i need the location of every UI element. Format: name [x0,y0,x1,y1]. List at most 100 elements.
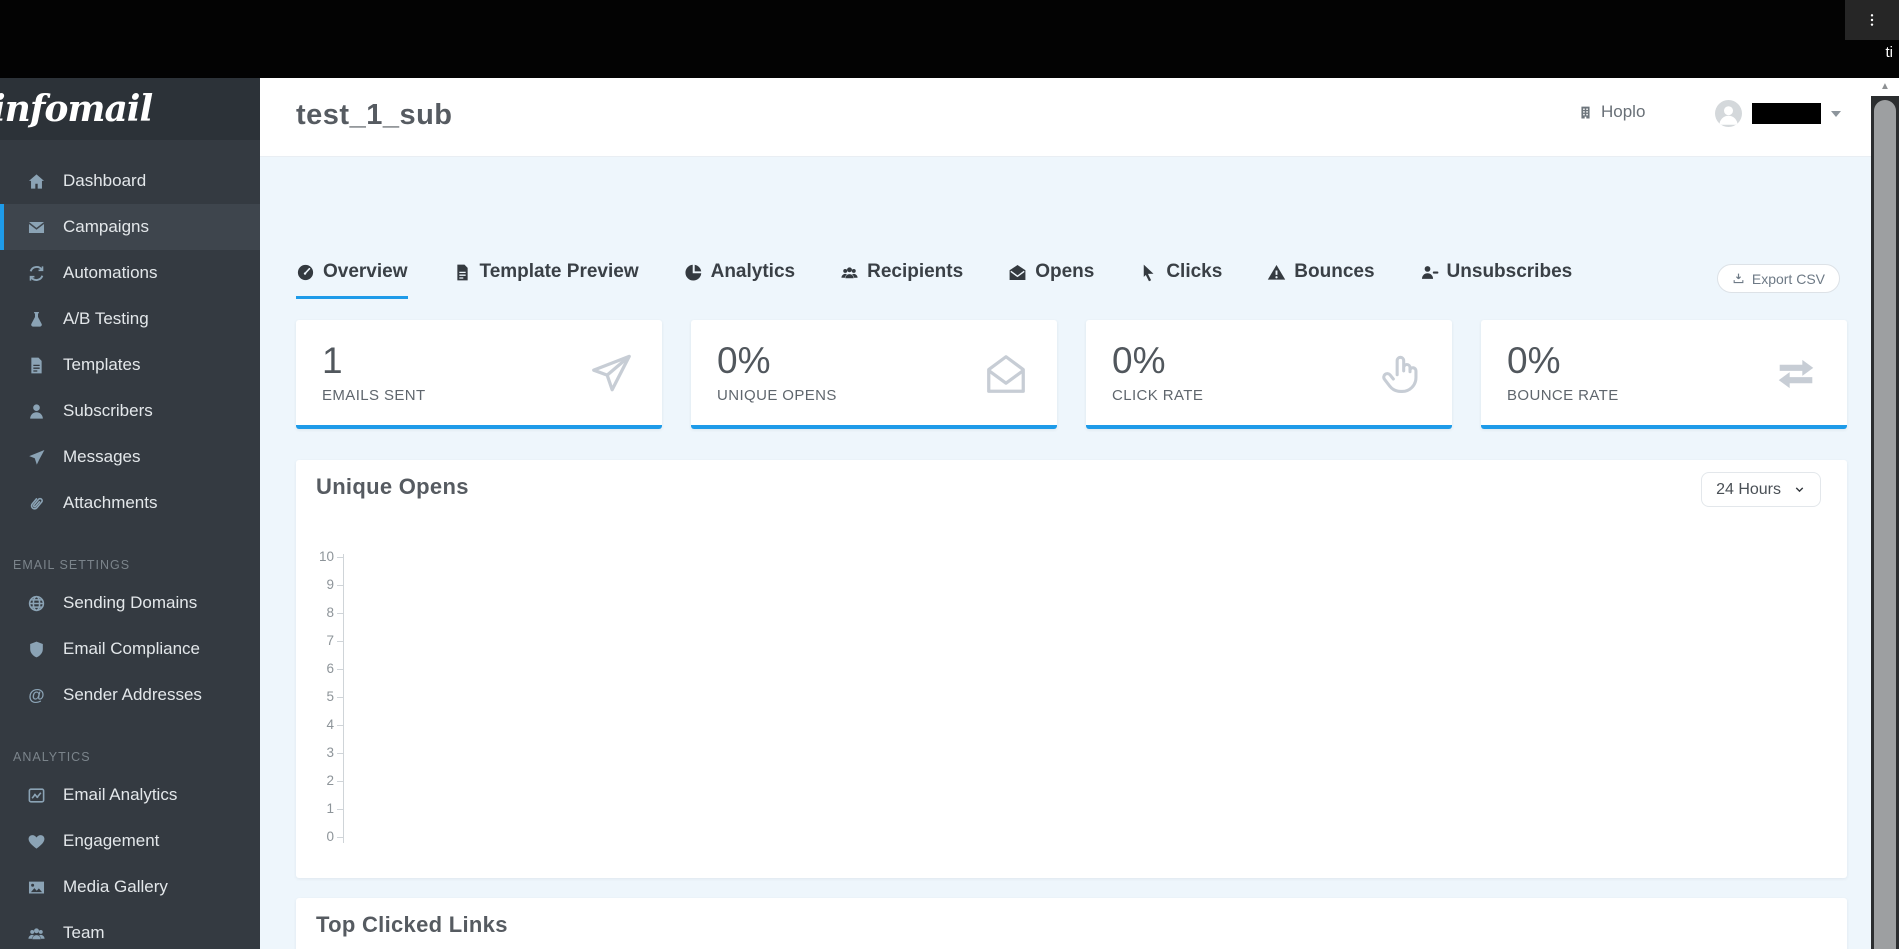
browser-top-bar: ti [0,0,1899,78]
scrollbar-up-arrow[interactable]: ▲ [1871,78,1899,96]
caret-down-icon [1831,110,1841,117]
sidebar: infomail Dashboard Campaigns Automations… [0,78,260,949]
sidebar-item-label: Email Analytics [63,785,178,804]
sidebar-item-templates[interactable]: Templates [0,342,260,388]
tab-analytics[interactable]: Analytics [684,261,795,299]
username-redacted [1752,103,1821,124]
sidebar-item-dashboard[interactable]: Dashboard [0,158,260,204]
paperclip-icon [27,494,46,513]
sidebar-item-messages[interactable]: Messages [0,434,260,480]
shield-icon [27,640,46,659]
y-tick-label: 10 [318,549,334,564]
y-tick-label: 9 [326,577,334,592]
tab-label: Bounces [1294,261,1375,282]
sidebar-item-label: Engagement [63,831,160,850]
scrollbar-thumb[interactable] [1874,100,1896,949]
tab-label: Opens [1035,261,1095,282]
sidebar-item-label: Sending Domains [63,593,198,612]
y-tick-label: 0 [326,829,334,844]
chart-icon [27,786,46,805]
sidebar-item-sending-domains[interactable]: Sending Domains [0,580,260,626]
envelope-open-outline-icon [983,351,1029,397]
organization-badge[interactable]: Hoplo [1578,102,1645,122]
sidebar-item-automations[interactable]: Automations [0,250,260,296]
paper-plane-outline-icon [588,351,634,397]
at-icon [27,686,46,705]
sidebar-item-label: Campaigns [63,217,149,236]
sidebar-item-label: Attachments [63,493,158,512]
sidebar-item-team[interactable]: Team [0,910,260,949]
file-icon [27,356,46,375]
stat-card-unique-opens: 0% UNIQUE OPENS [691,320,1057,429]
sidebar-item-email-compliance[interactable]: Email Compliance [0,626,260,672]
sidebar-item-attachments[interactable]: Attachments [0,480,260,526]
app-logo[interactable]: infomail [0,88,153,130]
y-tick-mark [337,781,343,782]
y-tick-mark [337,725,343,726]
stat-card-bounce-rate: 0% BOUNCE RATE [1481,320,1847,429]
sidebar-item-subscribers[interactable]: Subscribers [0,388,260,434]
sidebar-item-campaigns[interactable]: Campaigns [0,204,260,250]
y-tick-mark [337,669,343,670]
sidebar-section-email-settings: EMAIL SETTINGS [13,558,131,572]
sidebar-item-label: Sender Addresses [63,685,202,704]
heart-icon [27,832,46,851]
overflow-menu-button[interactable] [1845,0,1899,40]
sidebar-item-label: Templates [63,355,141,374]
sidebar-item-label: A/B Testing [63,309,149,328]
y-tick-label: 7 [326,633,334,648]
chart-y-axis [343,554,344,843]
sidebar-item-media-gallery[interactable]: Media Gallery [0,864,260,910]
scrollbar[interactable]: ▲ [1871,78,1899,949]
paper-plane-icon [27,448,46,467]
hand-pointer-icon [1378,351,1424,397]
main-content: test_1_sub Hoplo Overview Template Previ… [260,78,1871,949]
tab-recipients[interactable]: Recipients [840,261,963,299]
tab-unsubscribes[interactable]: Unsubscribes [1420,261,1573,299]
y-tick-mark [337,613,343,614]
building-icon [1578,104,1593,121]
flask-icon [27,310,46,329]
sidebar-item-email-analytics[interactable]: Email Analytics [0,772,260,818]
y-tick-label: 6 [326,661,334,676]
top-clicked-links-title: Top Clicked Links [316,912,508,937]
sidebar-item-label: Media Gallery [63,877,168,896]
sidebar-item-engagement[interactable]: Engagement [0,818,260,864]
tab-overview[interactable]: Overview [296,261,408,299]
sidebar-item-label: Subscribers [63,401,153,420]
sidebar-item-label: Messages [63,447,141,466]
user-menu[interactable] [1715,100,1841,127]
page-header: test_1_sub Hoplo [260,78,1871,157]
download-icon [1732,272,1745,285]
sidebar-item-sender-addresses[interactable]: Sender Addresses [0,672,260,718]
tab-label: Recipients [867,261,964,282]
sidebar-item-label: Email Compliance [63,639,200,658]
partial-clipped-text: ti [1885,44,1894,61]
y-tick-label: 1 [326,801,334,816]
y-tick-label: 2 [326,773,334,788]
y-tick-mark [337,641,343,642]
tab-label: Unsubscribes [1446,261,1573,282]
tab-bounces[interactable]: Bounces [1267,261,1375,299]
screen: ti infomail Dashboard Campaigns Automati… [0,0,1899,949]
y-tick-mark [337,837,343,838]
envelope-icon [27,218,46,237]
exchange-arrows-icon [1773,351,1819,397]
sidebar-item-ab-testing[interactable]: A/B Testing [0,296,260,342]
tab-template-preview[interactable]: Template Preview [453,261,639,299]
export-csv-button[interactable]: Export CSV [1716,264,1840,293]
organization-name: Hoplo [1601,102,1646,121]
y-tick-mark [337,585,343,586]
tab-opens[interactable]: Opens [1008,261,1094,299]
export-csv-label: Export CSV [1751,270,1825,287]
mail-open-icon [1008,263,1027,282]
tab-label: Overview [323,261,408,282]
sync-icon [27,264,46,283]
pie-chart-icon [684,263,703,282]
globe-icon [27,594,46,613]
campaign-tabs: Overview Template Preview Analytics Reci… [296,261,1572,299]
scrollbar-track[interactable] [1871,96,1899,949]
tab-label: Template Preview [479,261,639,282]
tab-clicks[interactable]: Clicks [1139,261,1222,299]
tab-label: Clicks [1166,261,1223,282]
